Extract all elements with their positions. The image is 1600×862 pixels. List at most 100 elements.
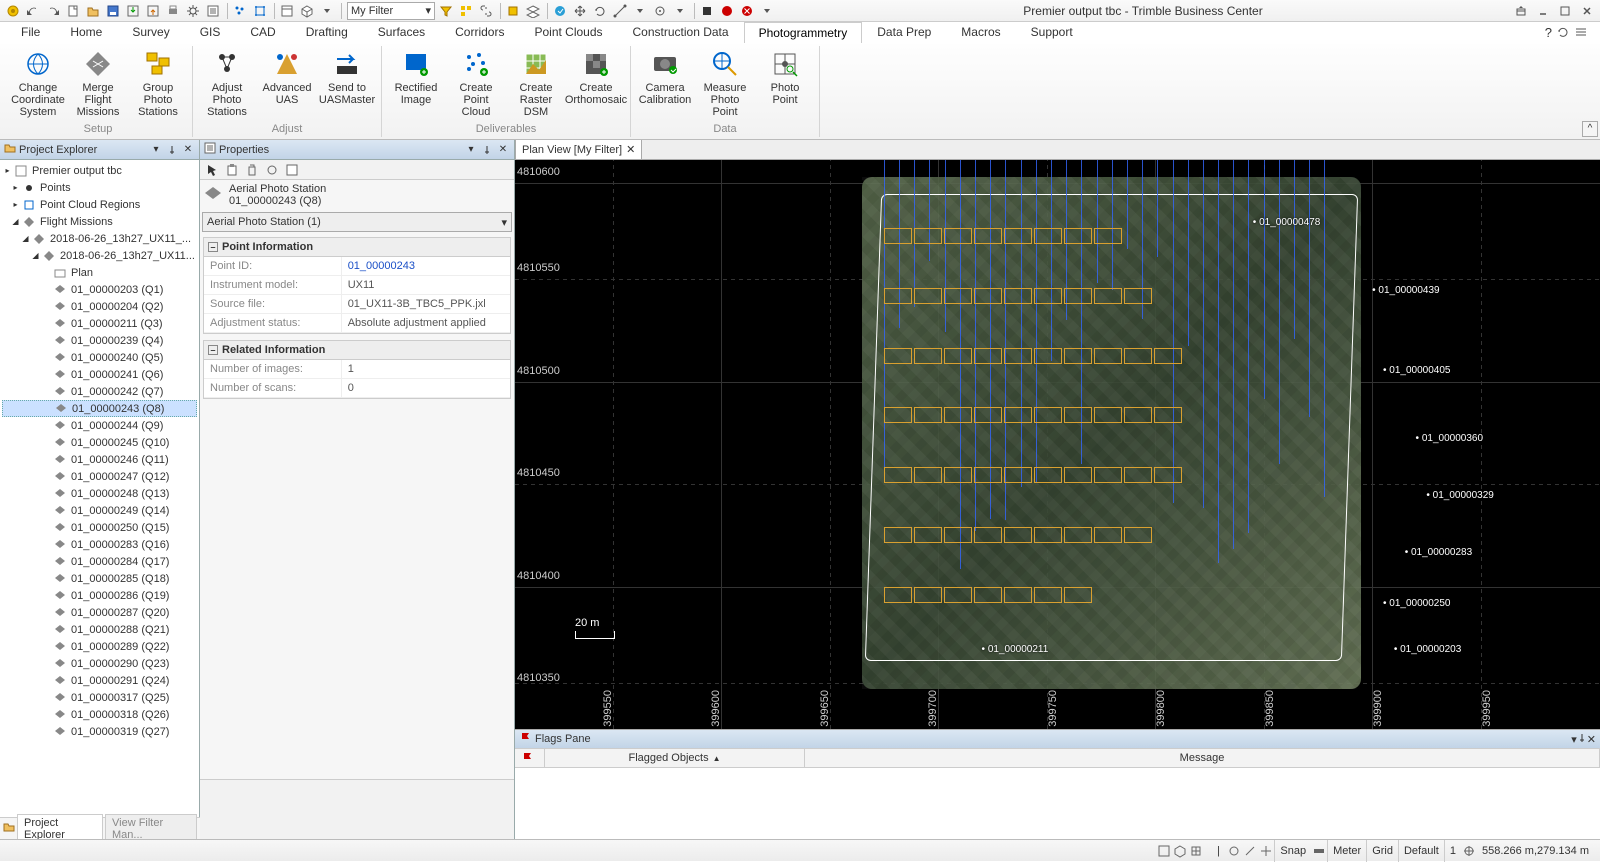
undo-icon[interactable] bbox=[24, 2, 42, 20]
default-button[interactable]: Default bbox=[1398, 840, 1444, 862]
panel-pin-icon[interactable] bbox=[165, 143, 179, 157]
filter-combo[interactable]: My Filter▾ bbox=[347, 2, 435, 20]
plan-view-canvas[interactable]: 4810600 4810550 4810500 4810450 4810400 … bbox=[515, 160, 1600, 729]
sb-toggle1-icon[interactable] bbox=[1156, 843, 1172, 859]
station-item[interactable]: 01_00000211 (Q3) bbox=[2, 315, 197, 332]
panel-dropdown-icon[interactable]: ▾ bbox=[149, 143, 163, 157]
print-icon[interactable] bbox=[164, 2, 182, 20]
redo-icon[interactable] bbox=[44, 2, 62, 20]
tab-constructiondata[interactable]: Construction Data bbox=[618, 21, 744, 42]
merge-flight-missions-button[interactable]: Merge Flight Missions bbox=[70, 46, 126, 120]
menu-icon[interactable] bbox=[1574, 25, 1588, 42]
tab-dataprep[interactable]: Data Prep bbox=[862, 21, 946, 42]
tab-support[interactable]: Support bbox=[1016, 21, 1088, 42]
station-item[interactable]: 01_00000285 (Q18) bbox=[2, 570, 197, 587]
sb-snap2-icon[interactable] bbox=[1242, 843, 1258, 859]
tab-surfaces[interactable]: Surfaces bbox=[363, 21, 440, 42]
station-item[interactable]: 01_00000244 (Q9) bbox=[2, 417, 197, 434]
stop-icon[interactable] bbox=[738, 2, 756, 20]
group-photo-stations-button[interactable]: Group Photo Stations bbox=[130, 46, 186, 120]
region-icon[interactable] bbox=[251, 2, 269, 20]
close-icon[interactable] bbox=[1578, 2, 1596, 20]
meter-button[interactable]: Meter bbox=[1327, 840, 1366, 862]
open-icon[interactable] bbox=[84, 2, 102, 20]
station-item[interactable]: 01_00000203 (Q1) bbox=[2, 281, 197, 298]
tab-home[interactable]: Home bbox=[55, 21, 117, 42]
station-item[interactable]: 01_00000204 (Q2) bbox=[2, 298, 197, 315]
advanced-uas-button[interactable]: Advanced UAS bbox=[259, 46, 315, 108]
collapse-icon[interactable]: – bbox=[208, 345, 218, 355]
tab-file[interactable]: File bbox=[6, 21, 55, 42]
import-icon[interactable] bbox=[124, 2, 142, 20]
prop-select-icon[interactable] bbox=[203, 161, 221, 179]
tab-macros[interactable]: Macros bbox=[946, 21, 1015, 42]
filter-icon[interactable] bbox=[437, 2, 455, 20]
station-item[interactable]: 01_00000249 (Q14) bbox=[2, 502, 197, 519]
station-item[interactable]: 01_00000289 (Q22) bbox=[2, 638, 197, 655]
panel-pin-icon[interactable] bbox=[1577, 733, 1587, 746]
station-item[interactable]: 01_00000283 (Q16) bbox=[2, 536, 197, 553]
station-item[interactable]: 01_00000291 (Q24) bbox=[2, 672, 197, 689]
tab-close-icon[interactable]: ✕ bbox=[626, 143, 635, 156]
station-item[interactable]: 01_00000247 (Q12) bbox=[2, 468, 197, 485]
dropdown4-icon[interactable] bbox=[758, 2, 776, 20]
station-item[interactable]: 01_00000240 (Q5) bbox=[2, 349, 197, 366]
sb-toggle2-icon[interactable] bbox=[1172, 843, 1188, 859]
filter-manager-icon[interactable] bbox=[457, 2, 475, 20]
flag-col-icon[interactable] bbox=[515, 749, 545, 767]
station-item[interactable]: 01_00000243 (Q8) bbox=[2, 400, 197, 417]
flagged-objects-column[interactable]: Flagged Objects▲ bbox=[545, 749, 805, 767]
window-icon[interactable] bbox=[278, 2, 296, 20]
create-orthomosaic-button[interactable]: Create Orthomosaic bbox=[568, 46, 624, 108]
message-column[interactable]: Message bbox=[805, 749, 1600, 767]
station-item[interactable]: 01_00000239 (Q4) bbox=[2, 332, 197, 349]
tab-corridors[interactable]: Corridors bbox=[440, 21, 519, 42]
help-icon[interactable]: ? bbox=[1545, 25, 1552, 42]
dropdown-icon[interactable] bbox=[318, 2, 336, 20]
minimize-icon[interactable] bbox=[1534, 2, 1552, 20]
prop-list-icon[interactable] bbox=[283, 161, 301, 179]
measure-icon[interactable] bbox=[611, 2, 629, 20]
station-item[interactable]: 01_00000287 (Q20) bbox=[2, 604, 197, 621]
prop-clipboard-icon[interactable] bbox=[223, 161, 241, 179]
tab-drafting[interactable]: Drafting bbox=[291, 21, 363, 42]
change-coord-system-button[interactable]: Change Coordinate System bbox=[10, 46, 66, 120]
chain-icon[interactable] bbox=[477, 2, 495, 20]
snap-icon[interactable] bbox=[651, 2, 669, 20]
plan-view-tab[interactable]: Plan View [My Filter] ✕ bbox=[515, 139, 642, 159]
tab-cad[interactable]: CAD bbox=[235, 21, 290, 42]
collapse-icon[interactable]: – bbox=[208, 242, 218, 252]
photo-point-button[interactable]: Photo Point bbox=[757, 46, 813, 108]
pointcloud-icon[interactable] bbox=[231, 2, 249, 20]
box-icon[interactable] bbox=[504, 2, 522, 20]
maximize-icon[interactable] bbox=[1556, 2, 1574, 20]
panel-pin-icon[interactable] bbox=[480, 143, 494, 157]
station-item[interactable]: 01_00000317 (Q25) bbox=[2, 689, 197, 706]
rotate-icon[interactable] bbox=[591, 2, 609, 20]
dropdown2-icon[interactable] bbox=[631, 2, 649, 20]
panel-close-icon[interactable]: ✕ bbox=[496, 143, 510, 157]
send-to-uasmaster-button[interactable]: Send to UASMaster bbox=[319, 46, 375, 108]
camera-calibration-button[interactable]: Camera Calibration bbox=[637, 46, 693, 108]
sb-snap1-icon[interactable] bbox=[1226, 843, 1242, 859]
layers-icon[interactable] bbox=[524, 2, 542, 20]
record-icon[interactable] bbox=[698, 2, 716, 20]
tab-photogrammetry[interactable]: Photogrammetry bbox=[744, 22, 863, 43]
panel-close-icon[interactable]: ✕ bbox=[1587, 733, 1596, 746]
sb-unit-icon[interactable] bbox=[1311, 843, 1327, 859]
sb-grid-icon[interactable] bbox=[1188, 843, 1204, 859]
tab-survey[interactable]: Survey bbox=[117, 21, 184, 42]
sb-snap3-icon[interactable] bbox=[1258, 843, 1274, 859]
move-icon[interactable] bbox=[571, 2, 589, 20]
properties-icon[interactable] bbox=[204, 2, 222, 20]
station-item[interactable]: 01_00000318 (Q26) bbox=[2, 706, 197, 723]
save-icon[interactable] bbox=[104, 2, 122, 20]
ribbon-minimize-icon[interactable] bbox=[1512, 2, 1530, 20]
station-item[interactable]: 01_00000288 (Q21) bbox=[2, 621, 197, 638]
panel-dropdown-icon[interactable]: ▾ bbox=[464, 143, 478, 157]
panel-close-icon[interactable]: ✕ bbox=[181, 143, 195, 157]
app-menu-icon[interactable] bbox=[4, 2, 22, 20]
measure-photo-point-button[interactable]: Measure Photo Point bbox=[697, 46, 753, 120]
station-item[interactable]: 01_00000242 (Q7) bbox=[2, 383, 197, 400]
create-raster-dsm-button[interactable]: Create Raster DSM bbox=[508, 46, 564, 120]
